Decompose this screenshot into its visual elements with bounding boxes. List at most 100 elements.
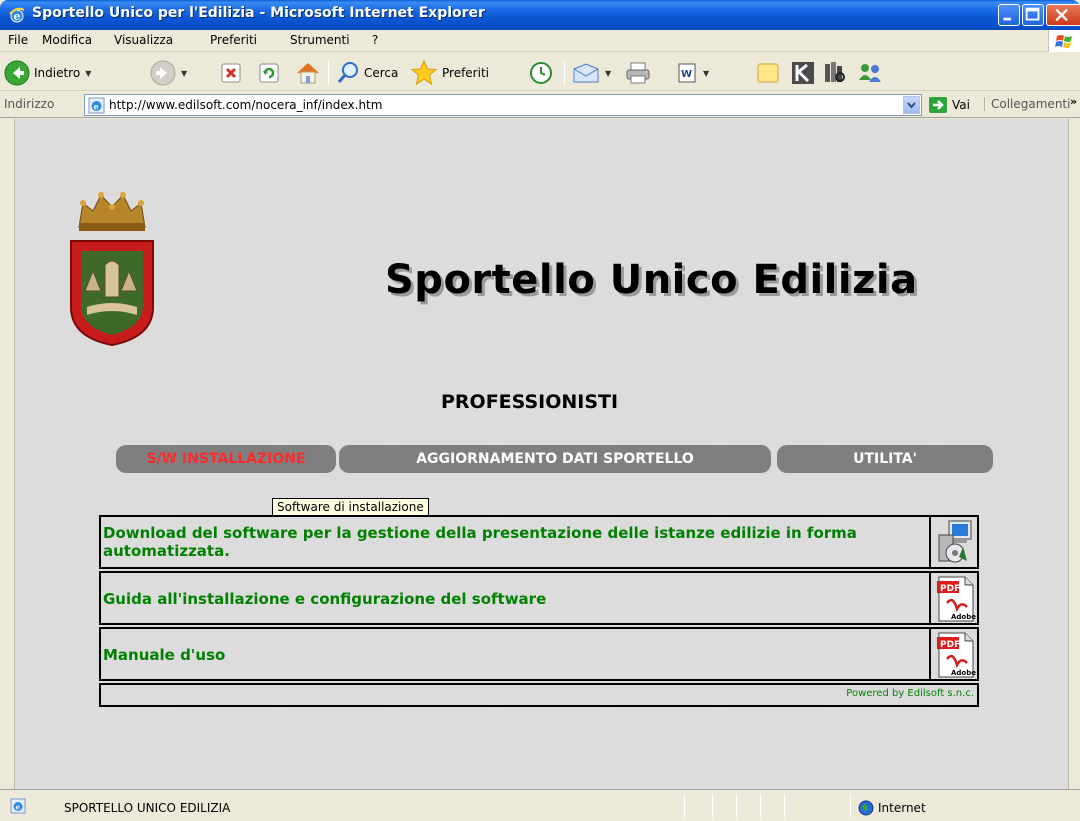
go-arrow-icon [929,97,947,113]
status-text: SPORTELLO UNICO EDILIZIA [64,801,231,815]
mail-dropdown-icon[interactable]: ▼ [605,69,611,78]
chevron-down-icon [907,102,916,109]
software-install-icon[interactable] [933,517,977,567]
toolbar: Indietro ▼ ▼ Cerca Preferiti ▼ W ▼ [0,53,1080,91]
status-separator [760,794,761,818]
internet-explorer-icon: e [9,7,25,23]
user-manual-row[interactable]: Manuale d'uso PDF Adobe [99,627,979,681]
security-zone-label: Internet [878,801,926,815]
row-text-cell: Guida all'installazione e configurazione… [101,573,931,623]
minimize-button[interactable] [998,4,1020,26]
search-label: Cerca [364,66,399,80]
page-title: Sportello Unico Edilizia [385,257,918,303]
svg-text:e: e [14,10,21,23]
toolbar-separator [564,61,565,85]
history-button[interactable] [528,59,554,87]
menu-modifica[interactable]: Modifica [42,33,92,47]
svg-text:W: W [681,69,692,80]
download-software-link[interactable]: Download del software per la gestione de… [103,524,923,560]
mail-button[interactable]: ▼ [570,59,611,87]
go-label: Vai [952,98,970,112]
pdf-icon[interactable]: PDF Adobe [933,629,977,679]
back-dropdown-icon[interactable]: ▼ [85,69,91,78]
stop-button[interactable] [220,59,242,87]
search-button[interactable]: Cerca [336,59,398,87]
internet-globe-icon [858,800,874,816]
address-label: Indirizzo [4,97,55,111]
menu-visualizza[interactable]: Visualizza [114,33,173,47]
edit-dropdown-icon[interactable]: ▼ [703,69,709,78]
back-button[interactable]: Indietro ▼ [4,59,91,87]
forward-button[interactable]: ▼ [150,59,187,87]
page-ie-icon: e [88,97,105,114]
home-button[interactable] [294,59,322,87]
favorites-button[interactable]: Preferiti [410,59,489,87]
download-software-row[interactable]: Download del software per la gestione de… [99,515,979,569]
history-icon [530,62,552,84]
address-bar: Indirizzo e http://www.edilsoft.com/noce… [0,92,1080,118]
window-title: Sportello Unico per l'Edilizia - Microso… [32,5,485,21]
messenger-icon [859,64,881,82]
search-icon [337,62,358,83]
left-frame [0,119,15,789]
stop-icon [221,63,241,83]
page-content: Sportello Unico Edilizia PROFESSIONISTI … [15,119,1068,789]
edit-word-button[interactable]: W ▼ [676,59,709,87]
menu-preferiti[interactable]: Preferiti [210,33,257,47]
nav-utilita[interactable]: UTILITA' [777,445,993,473]
windows-flag-icon [1048,30,1080,52]
status-separator [684,794,685,818]
forward-arrow-icon [150,60,176,86]
back-arrow-icon [4,60,30,86]
close-button[interactable] [1046,4,1080,26]
k-toolbar-button[interactable] [790,59,816,87]
svg-text:Adobe: Adobe [951,613,976,621]
row-text-cell: Download del software per la gestione de… [101,517,931,567]
refresh-button[interactable] [258,59,280,87]
pdf-icon-cell: PDF Adobe [933,629,977,679]
maximize-icon [1025,7,1040,21]
k-logo-icon [792,62,814,84]
print-button[interactable] [624,59,652,87]
powered-by-link[interactable]: Powered by Edilsoft s.n.c. [846,688,974,699]
menu-file[interactable]: File [8,33,28,47]
links-chevron-icon[interactable]: » [1070,95,1077,108]
status-separator [736,794,737,818]
pdf-icon[interactable]: PDF Adobe [933,573,977,623]
forward-dropdown-icon[interactable]: ▼ [181,69,187,78]
maximize-button[interactable] [1022,4,1044,26]
title-bar: e Sportello Unico per l'Edilizia - Micro… [0,0,1080,30]
svg-text:PDF: PDF [940,640,960,650]
word-document-icon: W [678,63,696,83]
note-button[interactable] [756,59,780,87]
research-books-icon [825,62,845,82]
status-bar: e SPORTELLO UNICO EDILIZIA Internet [0,789,1080,821]
print-icon [626,62,650,84]
menu-help[interactable]: ? [372,33,378,47]
messenger-button[interactable] [856,59,884,87]
status-separator [850,794,851,818]
menu-strumenti[interactable]: Strumenti [290,33,350,47]
favorites-label: Preferiti [442,66,489,80]
research-button[interactable] [822,59,848,87]
user-manual-link[interactable]: Manuale d'uso [103,646,225,664]
status-separator [712,794,713,818]
install-guide-link[interactable]: Guida all'installazione e configurazione… [103,590,546,608]
links-toolbar[interactable]: Collegamenti [984,97,1070,111]
svg-text:e: e [16,803,21,812]
row-text-cell: Manuale d'uso [101,629,931,679]
go-button[interactable]: Vai [928,95,978,115]
coat-of-arms-logo [70,192,154,347]
menu-bar: File Modifica Visualizza Preferiti Strum… [0,30,1080,52]
nav-aggiornamento-dati[interactable]: AGGIORNAMENTO DATI SPORTELLO [339,445,771,473]
nav-sw-installazione[interactable]: S/W INSTALLAZIONE [116,445,336,473]
address-input[interactable]: e http://www.edilsoft.com/nocera_inf/ind… [84,94,922,116]
note-icon [757,63,779,83]
address-dropdown-button[interactable] [903,96,920,114]
minimize-icon [1003,17,1011,21]
right-frame [1068,119,1080,789]
svg-text:PDF: PDF [940,584,960,594]
address-url: http://www.edilsoft.com/nocera_inf/index… [109,98,383,112]
install-guide-row[interactable]: Guida all'installazione e configurazione… [99,571,979,625]
footer-row: Powered by Edilsoft s.n.c. [99,683,979,707]
